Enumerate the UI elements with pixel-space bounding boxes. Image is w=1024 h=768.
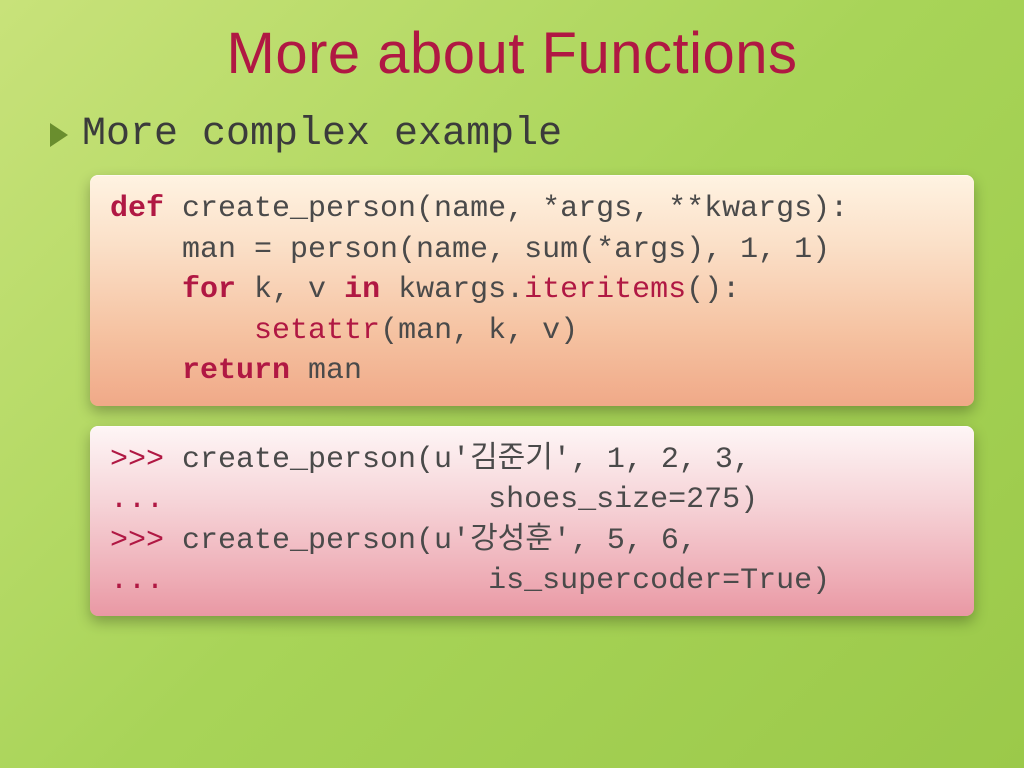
code-text: (): — [686, 273, 740, 307]
keyword-return: return — [182, 354, 290, 388]
code-indent — [110, 273, 182, 307]
code-text: create_person(u'강성훈', 5, 6, — [164, 524, 697, 558]
fn-iteritems: iteritems — [524, 273, 686, 307]
repl-prompt: >>> — [110, 443, 164, 477]
code-text: kwargs. — [380, 273, 524, 307]
code-text: create_person(name, *args, **kwargs): — [164, 192, 848, 226]
code-text: k, v — [236, 273, 344, 307]
repl-cont: ... — [110, 483, 164, 517]
code-text: man — [290, 354, 362, 388]
slide-title: More about Functions — [50, 20, 974, 87]
repl-prompt: >>> — [110, 524, 164, 558]
code-text: create_person(u'김준기', 1, 2, 3, — [164, 443, 751, 477]
repl-cont: ... — [110, 564, 164, 598]
code-indent — [110, 354, 182, 388]
code-text: is_supercoder=True) — [164, 564, 830, 598]
fn-setattr: setattr — [254, 314, 380, 348]
keyword-in: in — [344, 273, 380, 307]
code-text: man = person(name, sum(*args), 1, 1) — [110, 233, 830, 267]
keyword-for: for — [182, 273, 236, 307]
bullet-icon — [50, 123, 68, 147]
code-block-definition: def create_person(name, *args, **kwargs)… — [90, 175, 974, 406]
code-text: shoes_size=275) — [164, 483, 758, 517]
subtitle-text: More complex example — [82, 112, 562, 157]
code-indent — [110, 314, 254, 348]
subtitle-row: More complex example — [50, 112, 974, 157]
code-text: (man, k, v) — [380, 314, 578, 348]
slide: More about Functions More complex exampl… — [0, 0, 1024, 768]
code-block-usage: >>> create_person(u'김준기', 1, 2, 3, ... s… — [90, 426, 974, 616]
keyword-def: def — [110, 192, 164, 226]
